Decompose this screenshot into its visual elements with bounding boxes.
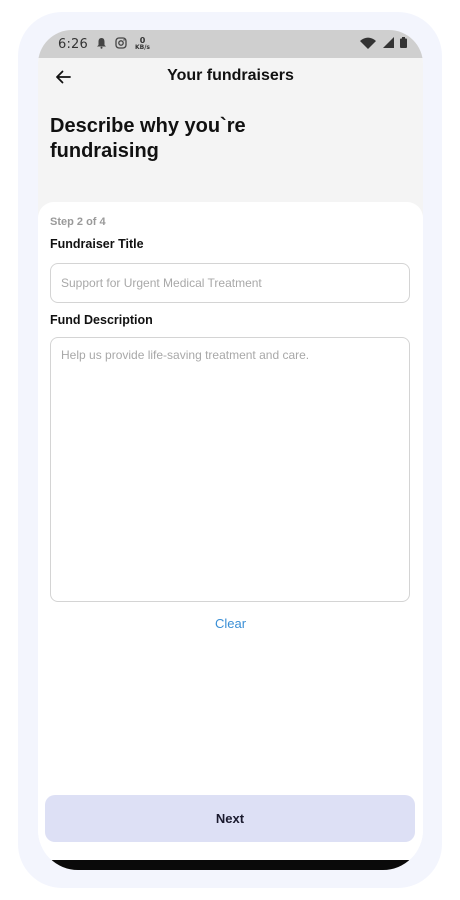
fund-description-textarea[interactable]	[50, 337, 410, 602]
bottom-navigation-bar	[48, 860, 413, 870]
fundraiser-title-input[interactable]	[50, 263, 410, 303]
page-title: Your fundraisers	[167, 67, 294, 84]
net-speed: 0 KB/s	[135, 37, 150, 51]
battery-icon	[400, 37, 407, 51]
instagram-icon	[115, 36, 127, 52]
form-card: Step 2 of 4 Fundraiser Title Fund Descri…	[38, 202, 423, 870]
fund-description-label: Fund Description	[50, 313, 153, 327]
signal-icon	[383, 37, 394, 51]
phone-screen: 6:26 0 KB/s Your fundraisers Describe wh…	[38, 30, 423, 870]
step-indicator: Step 2 of 4	[50, 216, 106, 228]
notification-bell-icon	[96, 37, 107, 52]
wifi-icon	[359, 37, 377, 52]
status-bar: 6:26 0 KB/s	[38, 30, 423, 58]
top-app-bar: Your fundraisers	[38, 58, 423, 96]
clear-button[interactable]: Clear	[38, 616, 423, 631]
net-speed-unit: KB/s	[135, 44, 150, 51]
page-headline: Describe why you`re fundraising	[50, 115, 246, 162]
status-time: 6:26	[58, 36, 88, 52]
fundraiser-title-label: Fundraiser Title	[50, 237, 144, 251]
next-button[interactable]: Next	[45, 795, 415, 842]
